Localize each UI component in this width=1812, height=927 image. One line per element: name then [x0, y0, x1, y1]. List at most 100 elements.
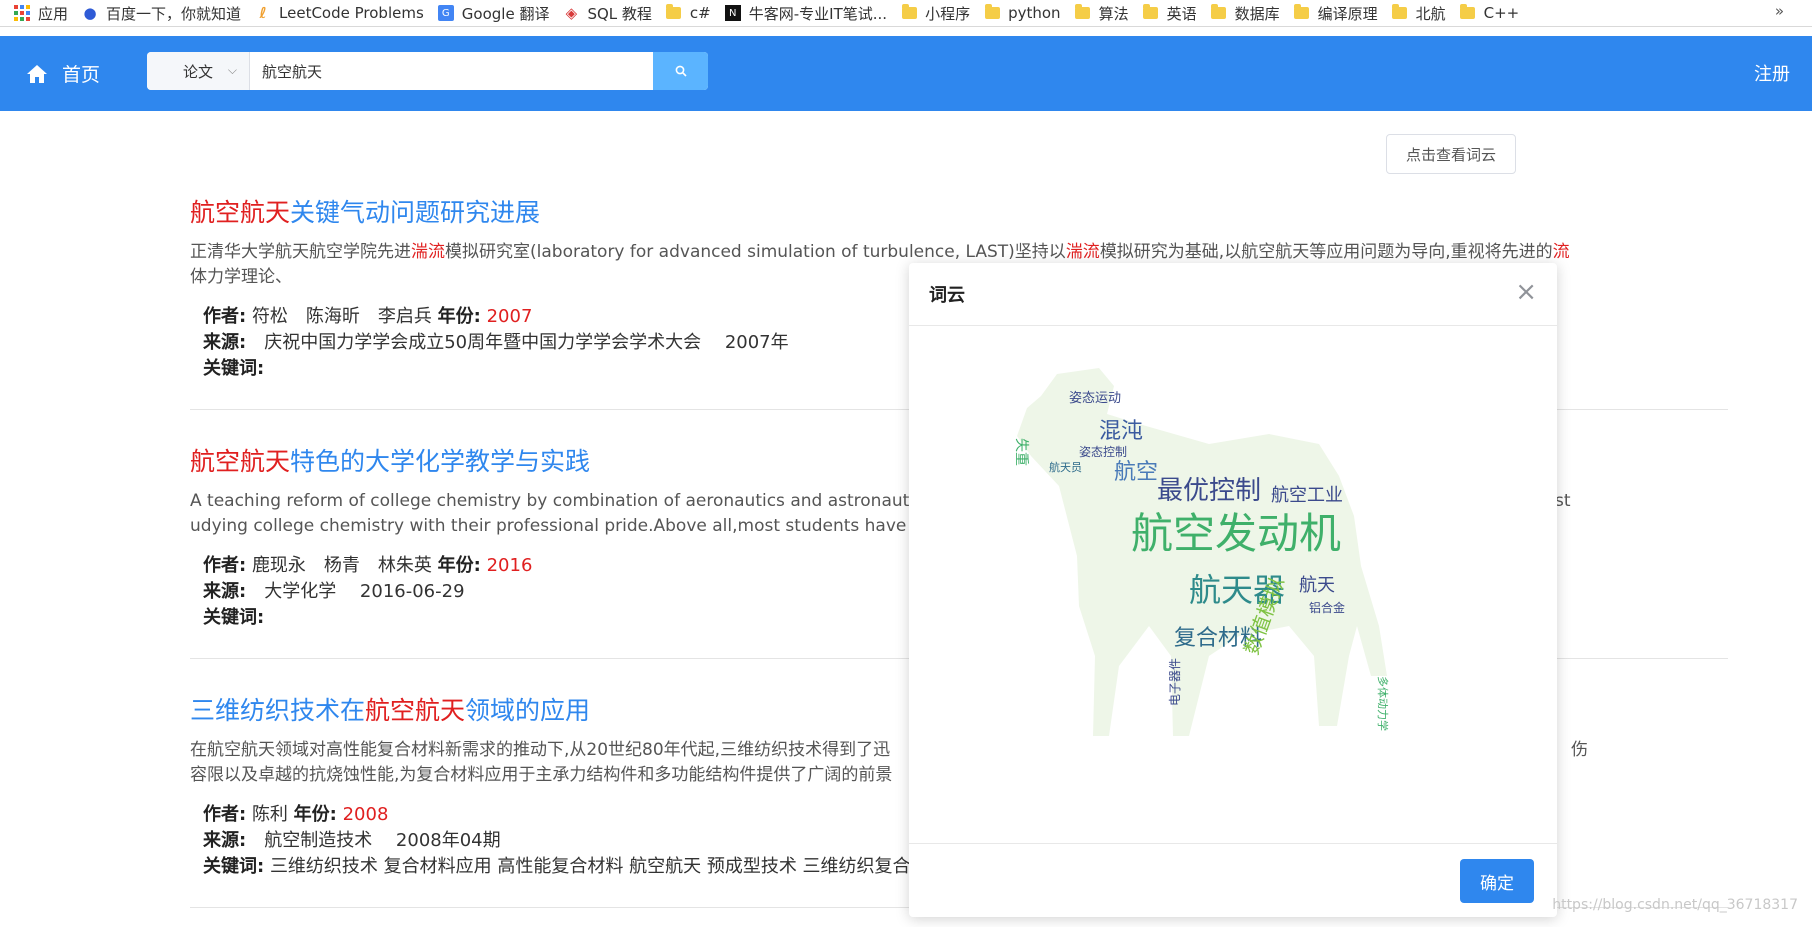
- bookmark-nowcoder[interactable]: N 牛客网-专业IT笔试...: [724, 0, 888, 26]
- chevron-down-icon: ⌵: [227, 63, 237, 77]
- register-link[interactable]: 注册: [1754, 60, 1790, 86]
- sql-icon: ◈: [565, 4, 578, 22]
- nowcoder-icon: N: [724, 5, 741, 21]
- result-title[interactable]: 航空航天关键气动问题研究进展: [190, 198, 1730, 228]
- category-value: 论文: [182, 62, 213, 81]
- bookmark-label: 牛客网-专业IT笔试...: [748, 4, 888, 23]
- category-select[interactable]: 论文 ⌵: [147, 52, 250, 90]
- source-value: 航空制造技术 2008年04期: [264, 830, 501, 851]
- bookmark-folder-miniprogram[interactable]: 小程序: [901, 0, 970, 26]
- apps-grid-icon: [14, 5, 30, 21]
- source-label: 来源:: [203, 332, 247, 353]
- bookmark-folder-python[interactable]: python: [984, 0, 1061, 26]
- bookmark-folder-compiler[interactable]: 编译原理: [1294, 0, 1378, 26]
- leetcode-icon: ℓ: [259, 4, 267, 22]
- baidu-paw-icon: ●: [83, 4, 97, 22]
- keywords-label: 关键词:: [203, 358, 265, 379]
- source-value: 大学化学 2016-06-29: [264, 581, 465, 602]
- author-label: 作者:: [203, 555, 247, 576]
- source-value: 庆祝中国力学学会成立50周年暨中国力学学会学术大会 2007年: [264, 332, 789, 353]
- wordcloud-word: 多体动力学: [1376, 676, 1390, 731]
- dialog-footer: 确定: [909, 843, 1557, 918]
- wordcloud-word: 航天员: [1049, 460, 1082, 474]
- bookmarks-overflow-button[interactable]: »: [1775, 2, 1784, 20]
- authors: 陈利: [251, 804, 288, 825]
- title-highlight: 航空航天: [190, 198, 291, 227]
- bookmark-sql[interactable]: ◈ SQL 教程: [563, 0, 652, 26]
- bookmark-label: 百度一下，你就知道: [106, 4, 242, 23]
- folder-icon: [1211, 4, 1227, 21]
- bookmark-label: 北航: [1415, 4, 1446, 23]
- year-value: 2008: [342, 804, 389, 825]
- abstract-text: 伤: [1571, 740, 1588, 760]
- bookmark-folder-cpp[interactable]: C++: [1460, 0, 1520, 26]
- year-label: 年份:: [437, 555, 481, 576]
- bookmark-label: c#: [689, 4, 711, 22]
- wordcloud-word: 铝合金: [1309, 600, 1345, 615]
- folder-icon: [1460, 4, 1476, 21]
- abstract-text: 模拟研究为基础,以航空航天等应用问题为导向,重视将先进的: [1099, 242, 1553, 262]
- bookmark-label: SQL 教程: [587, 4, 652, 23]
- wordcloud-dialog: 词云 × 航空发动机 航天器 最优控制 航空工业 复合材料 混沌 航空 航天 数值模拟 姿态运动姿…: [909, 263, 1557, 917]
- folder-icon: [1294, 4, 1310, 21]
- bookmarks-bar: 应用 ● 百度一下，你就知道 ℓ LeetCode Problems G Goo…: [0, 0, 1812, 27]
- home-icon: [27, 64, 47, 83]
- keywords-value: 三维纺织技术 复合材料应用 高性能复合材料 航空航天 预成型技术 三维纺织复合材: [269, 856, 929, 877]
- folder-icon: [1392, 4, 1408, 21]
- dialog-body: 航空发动机 航天器 最优控制 航空工业 复合材料 混沌 航空 航天 数值模拟 姿态运动 姿态控制 航天…: [909, 326, 1557, 843]
- folder-icon: [984, 4, 1000, 21]
- bookmark-label: 算法: [1098, 4, 1129, 23]
- wordcloud-word: 失重: [1013, 438, 1029, 466]
- bookmark-folder-csharp[interactable]: c#: [666, 0, 711, 26]
- author-label: 作者:: [203, 804, 247, 825]
- abstract-text: 正清华大学航天航空学院先进: [190, 242, 411, 262]
- home-label: 首页: [62, 64, 101, 86]
- bookmark-label: 小程序: [925, 4, 971, 23]
- author-label: 作者:: [203, 306, 247, 327]
- search-bar: 论文 ⌵ 航空航天: [147, 52, 708, 90]
- bookmark-label: python: [1008, 4, 1061, 22]
- year-label: 年份:: [293, 804, 337, 825]
- bookmark-label: 英语: [1166, 4, 1197, 23]
- wordcloud-word: 最优控制: [1157, 476, 1261, 506]
- abstract-highlight: 湍流: [411, 242, 445, 262]
- source-label: 来源:: [203, 581, 247, 602]
- title-text: 关键气动问题研究进展: [290, 198, 541, 227]
- search-button[interactable]: [653, 52, 708, 90]
- wordcloud-word: 电子器件: [1168, 658, 1182, 706]
- home-link[interactable]: 首页: [26, 60, 100, 87]
- wordcloud-word: 航天: [1299, 575, 1335, 596]
- bookmark-folder-algorithm[interactable]: 算法: [1075, 0, 1129, 26]
- bookmark-folder-database[interactable]: 数据库: [1211, 0, 1280, 26]
- wordcloud-word: 航空: [1114, 460, 1158, 485]
- bookmark-folder-english[interactable]: 英语: [1143, 0, 1197, 26]
- source-label: 来源:: [203, 830, 247, 851]
- abstract-text: 体力学理论、: [190, 267, 292, 287]
- watermark: https://blog.csdn.net/qq_36718317: [1552, 897, 1798, 913]
- bookmark-apps[interactable]: 应用: [14, 0, 68, 26]
- year-value: 2016: [486, 555, 533, 576]
- bookmark-leetcode[interactable]: ℓ LeetCode Problems: [255, 0, 423, 26]
- close-icon[interactable]: ×: [1515, 279, 1537, 305]
- wordcloud-word: 姿态控制: [1079, 445, 1127, 459]
- folder-icon: [666, 4, 682, 21]
- bookmark-baidu[interactable]: ● 百度一下，你就知道: [82, 0, 241, 26]
- authors: 符松 陈海昕 李启兵: [251, 306, 432, 327]
- keywords-label: 关键词:: [203, 607, 265, 628]
- bookmark-google-translate[interactable]: G Google 翻译: [437, 0, 549, 26]
- search-input[interactable]: 航空航天: [250, 52, 653, 90]
- title-text: 三维纺织技术在: [190, 696, 366, 725]
- view-wordcloud-button[interactable]: 点击查看词云: [1386, 134, 1516, 174]
- folder-icon: [901, 4, 917, 21]
- bookmark-label: 应用: [38, 4, 69, 23]
- year-value: 2007: [486, 306, 533, 327]
- wordcloud-word: 姿态运动: [1069, 390, 1121, 406]
- folder-icon: [1143, 4, 1159, 21]
- confirm-button[interactable]: 确定: [1460, 859, 1534, 903]
- dialog-header: 词云 ×: [909, 263, 1557, 326]
- wordcloud-image: 航空发动机航天器最优控制 航空工业复合材料混沌航空航天数值模拟姿态运动姿态控制航天…: [1013, 368, 1390, 736]
- search-icon: [675, 65, 687, 77]
- bookmark-folder-buaa[interactable]: 北航: [1392, 0, 1446, 26]
- dialog-title: 词云: [929, 285, 965, 306]
- bookmark-label: C++: [1483, 4, 1520, 22]
